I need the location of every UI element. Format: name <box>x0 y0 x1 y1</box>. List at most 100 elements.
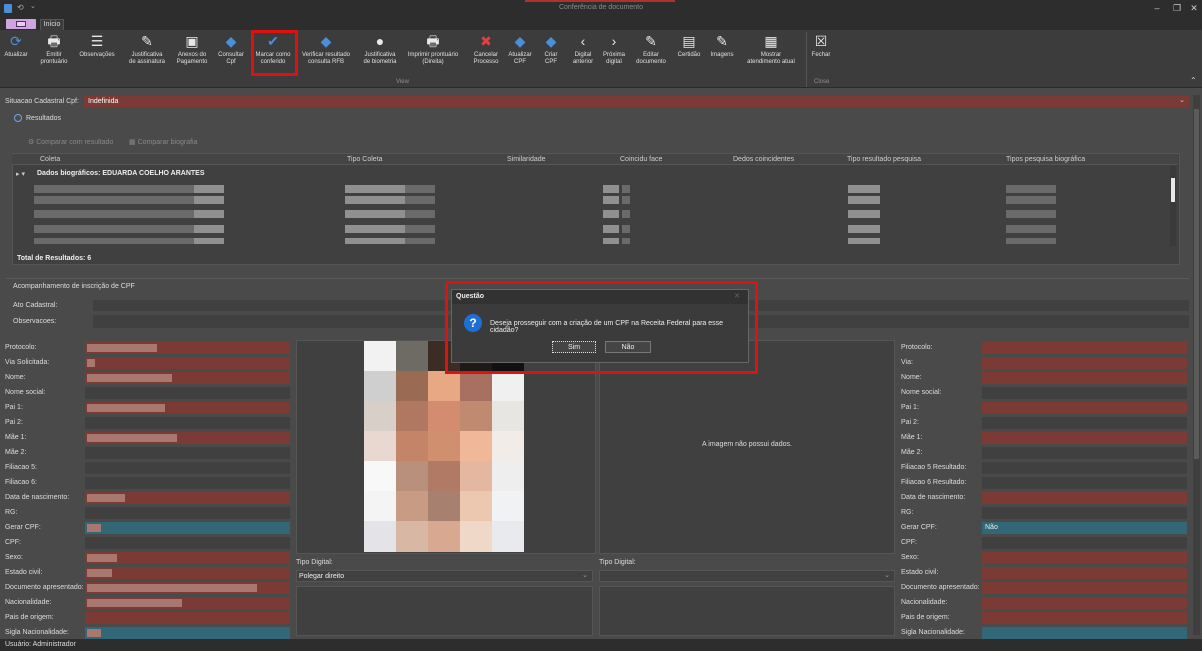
ribbon-collapse-icon[interactable]: ⌃ <box>1190 76 1197 85</box>
ribbon-button-5[interactable]: ◆ Consultar Cpf <box>216 33 246 77</box>
ato-cadastral-label: Ato Cadastral: <box>13 302 58 309</box>
right_form-field[interactable] <box>982 402 1187 414</box>
left_form-label: Filiacao 6: <box>5 479 37 486</box>
right_form-field[interactable] <box>982 492 1187 504</box>
image-pixel <box>396 371 428 402</box>
ribbon-button-12[interactable]: ◆ Criar CPF <box>539 33 563 77</box>
right_form-field[interactable] <box>982 432 1187 444</box>
ribbon-button-13[interactable]: ‹ Digital anterior <box>571 33 595 77</box>
right_form-field[interactable] <box>982 417 1187 429</box>
redacted-value <box>87 374 172 382</box>
ribbon-button-9[interactable]: 🖶 Imprimir prontuário (Direita) <box>405 33 461 77</box>
left_form-field[interactable] <box>85 462 290 474</box>
left_form-field[interactable] <box>85 417 290 429</box>
image-pixel <box>428 491 460 522</box>
left_form-field[interactable] <box>85 627 290 639</box>
grid-column-header[interactable]: Coleta <box>40 156 60 163</box>
right_form-field[interactable] <box>982 552 1187 564</box>
image-pixel <box>460 461 492 492</box>
left_form-field[interactable] <box>85 447 290 459</box>
compare-bio-button[interactable]: ▦ Comparar biografia <box>129 138 197 146</box>
left_form-field[interactable] <box>85 477 290 489</box>
left_form-label: Gerar CPF: <box>5 524 41 531</box>
redacted-value <box>87 599 182 607</box>
ribbon-button-2[interactable]: ☰ Observações <box>75 33 119 77</box>
ribbon-button-11[interactable]: ◆ Atualizar CPF <box>506 33 534 77</box>
grid-scrollbar[interactable] <box>1170 166 1176 246</box>
ribbon-button-19[interactable]: ☒ Fechar <box>809 33 833 77</box>
main-scrollbar[interactable] <box>1193 95 1200 635</box>
left_form-field[interactable] <box>85 567 290 579</box>
ribbon-button-1[interactable]: 🖶 Emitir prontuário <box>37 33 71 77</box>
left_form-label: Pai 2: <box>5 419 23 426</box>
right_form-field[interactable] <box>982 627 1187 639</box>
maximize-button[interactable]: ❐ <box>1170 3 1184 15</box>
right_form-field[interactable] <box>982 342 1187 354</box>
ribbon-button-label: Atualizar <box>4 52 28 58</box>
ribbon-button-3[interactable]: ✎ Justificativa de assinatura <box>125 33 169 77</box>
right_form-field[interactable] <box>982 612 1187 624</box>
expand-icon[interactable]: ▸ ▾ <box>16 170 25 178</box>
ribbon-button-18[interactable]: ▦ Mostrar atendimento atual <box>746 33 796 77</box>
right_form-field[interactable] <box>982 462 1187 474</box>
ribbon-button-10[interactable]: ✖ Cancelar Processo <box>471 33 501 77</box>
image-pixel <box>492 431 524 462</box>
left_form-label: Mãe 2: <box>5 449 27 456</box>
ribbon-button-16[interactable]: ▤ Certidão <box>675 33 703 77</box>
redacted-cell <box>1006 210 1056 218</box>
grid-column-header[interactable]: Dedos coincidentes <box>733 156 794 163</box>
right_form-field[interactable] <box>982 372 1187 384</box>
left_form-field[interactable] <box>85 612 290 624</box>
right_form-label: Sigla Nacionalidade: <box>901 629 965 636</box>
ribbon-button-17[interactable]: ✎ Imagens <box>710 33 734 77</box>
right_form-field[interactable] <box>982 597 1187 609</box>
right_form-field[interactable] <box>982 507 1187 519</box>
grid-scroll-thumb[interactable] <box>1171 178 1175 202</box>
tipo-digital-left-select[interactable]: Polegar direito ⌄ <box>296 570 593 582</box>
ribbon-button-sublabel: de biometria <box>363 59 397 65</box>
tab-inicio[interactable]: Início <box>40 19 64 30</box>
left_form-field[interactable] <box>85 507 290 519</box>
ribbon-button-15[interactable]: ✎ Editar documento <box>633 33 669 77</box>
tipo-digital-right-select[interactable]: ⌄ <box>599 570 895 582</box>
left_form-label: Filiacao 5: <box>5 464 37 471</box>
redacted-cell <box>622 196 630 204</box>
ribbon-button-4[interactable]: ▣ Anexos do Pagamento <box>172 33 212 77</box>
ribbon-button-0[interactable]: ⟳ Atualizar <box>3 33 29 77</box>
situacao-field[interactable]: Indefinida ⌄ <box>84 96 1189 107</box>
right_form-label: Protocolo: <box>901 344 933 351</box>
group-row[interactable]: Dados biográficos: EDUARDA COELHO ARANTE… <box>37 170 205 177</box>
redacted-cell <box>603 185 619 193</box>
grid-column-header[interactable]: Similaridade <box>507 156 546 163</box>
right_form-field[interactable] <box>982 477 1187 489</box>
ribbon-button-7[interactable]: ◆ Verificar resultado consulta RFB <box>298 33 354 77</box>
grid-column-header[interactable]: Coincidu face <box>620 156 662 163</box>
right_form-field[interactable] <box>982 387 1187 399</box>
list-icon: ☰ <box>90 33 104 49</box>
file-menu-button[interactable] <box>6 19 36 29</box>
left_form-field[interactable] <box>85 387 290 399</box>
left_form-field[interactable] <box>85 522 290 534</box>
right_form-field[interactable] <box>982 582 1187 594</box>
main-scroll-thumb[interactable] <box>1194 109 1199 459</box>
compare-result-button[interactable]: ⚙ Comparar com resultado <box>28 138 113 146</box>
grid-column-header[interactable]: Tipo resultado pesquisa <box>847 156 921 163</box>
ribbon-button-8[interactable]: ● Justificativa de biometria <box>360 33 400 77</box>
ribbon-button-sublabel: (Direita) <box>422 59 444 65</box>
left_form-field[interactable] <box>85 357 290 369</box>
left_form-label: Nome: <box>5 374 26 381</box>
left_form-label: Sigla Nacionalidade: <box>5 629 69 636</box>
redacted-value <box>87 494 125 502</box>
right_form-field[interactable] <box>982 357 1187 369</box>
grid-column-header[interactable]: Tipo Coleta <box>347 156 383 163</box>
left_form-field[interactable] <box>85 537 290 549</box>
minimize-button[interactable]: – <box>1150 3 1164 15</box>
close-button[interactable]: ✕ <box>1187 3 1201 15</box>
right_form-label: Nome: <box>901 374 922 381</box>
right_form-field[interactable] <box>982 447 1187 459</box>
right_form-field[interactable] <box>982 537 1187 549</box>
right_form-field[interactable] <box>982 567 1187 579</box>
grid-column-header[interactable]: Tipos pesquisa biográfica <box>1006 156 1085 163</box>
right_form-field[interactable] <box>982 522 1187 534</box>
ribbon-button-14[interactable]: › Próxima digital <box>601 33 627 77</box>
